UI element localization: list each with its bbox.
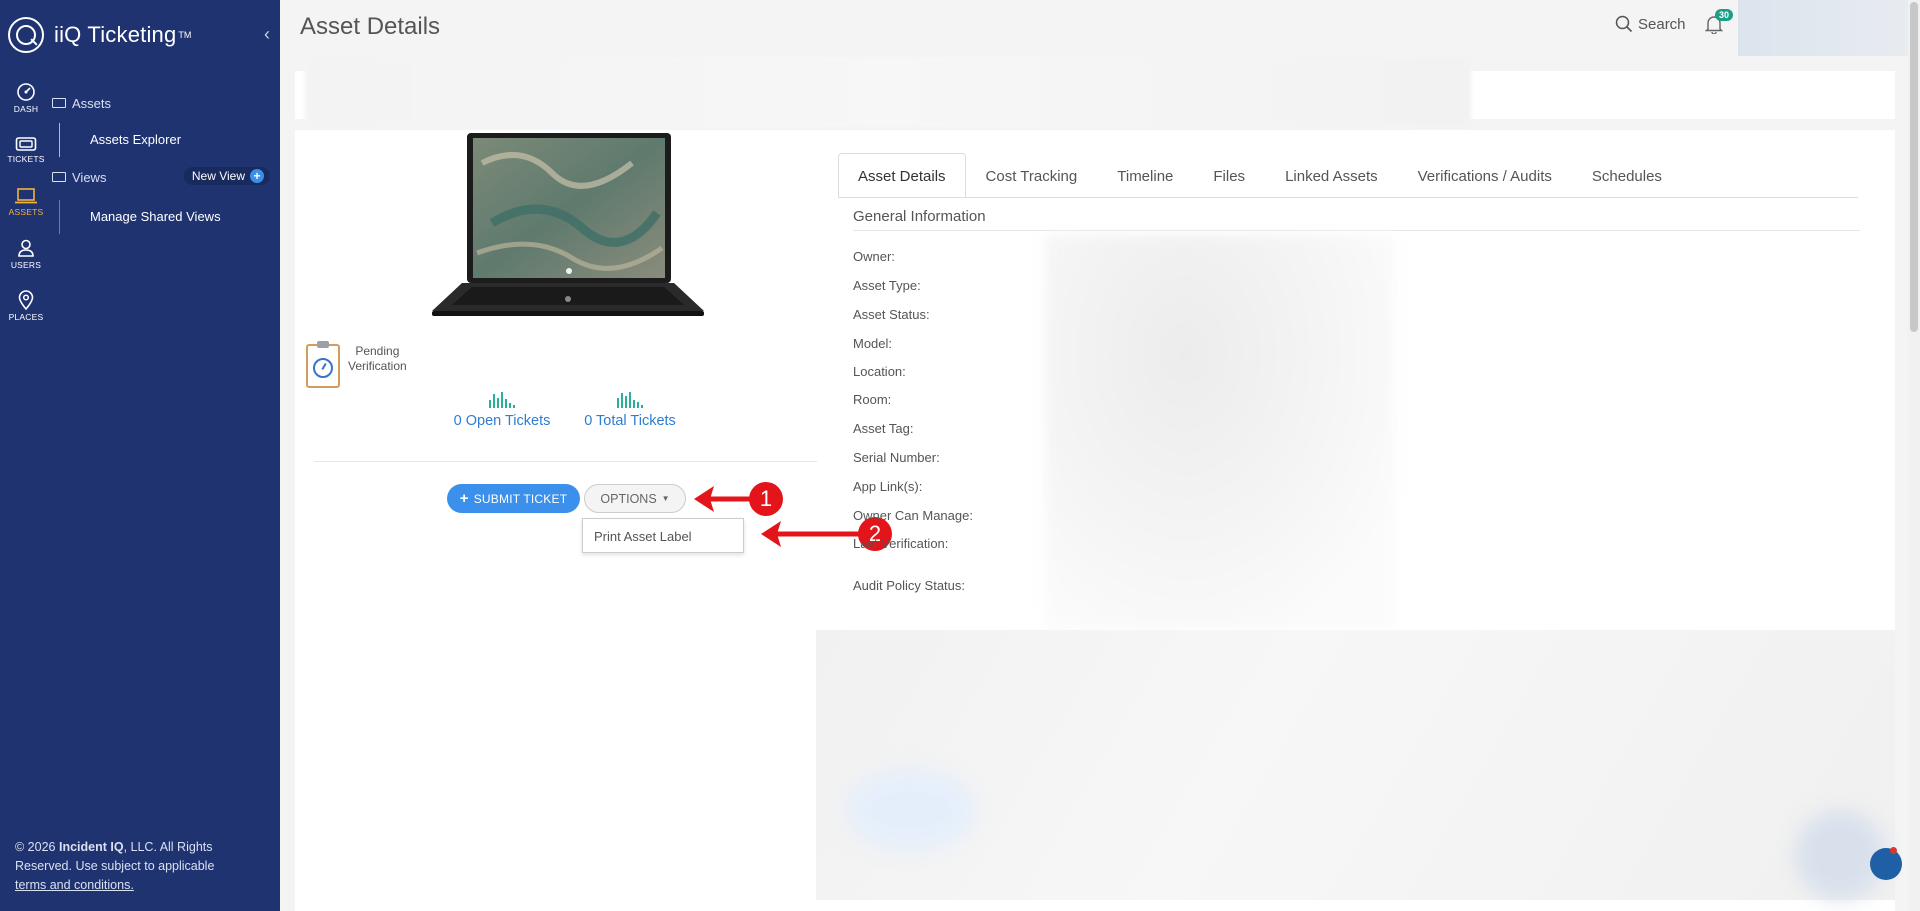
status-line-1: Pending — [355, 344, 400, 358]
sidebar: iiQ Ticketing TM ‹ DASH TICKETS ASSETS U… — [0, 0, 280, 911]
nav-section-views: Views New View + — [52, 162, 280, 192]
tab-linked-assets[interactable]: Linked Assets — [1265, 153, 1398, 198]
rail-label: ASSETS — [8, 207, 44, 217]
rail-label: USERS — [10, 260, 42, 270]
field-label: Serial Number: — [853, 450, 940, 465]
divider — [853, 230, 1860, 231]
annotation-number-1: 1 — [760, 486, 772, 511]
rail-item-assets[interactable]: ASSETS — [0, 176, 52, 228]
field-label: Owner Can Manage: — [853, 508, 973, 523]
search-button[interactable]: Search — [1615, 15, 1686, 33]
caret-down-icon: ▼ — [661, 494, 670, 503]
total-tickets-stat[interactable]: 0 Total Tickets — [570, 390, 690, 429]
field-label: Room: — [853, 392, 892, 407]
tab-verifications-audits[interactable]: Verifications / Audits — [1398, 153, 1572, 198]
open-tickets-stat[interactable]: 0 Open Tickets — [442, 390, 562, 429]
asset-laptop-image — [432, 133, 704, 316]
options-button[interactable]: OPTIONS ▼ — [584, 484, 686, 513]
page-scrollbar[interactable] — [1908, 0, 1920, 911]
status-line-2: Verification — [348, 359, 407, 373]
terms-link[interactable]: terms and conditions. — [15, 878, 134, 892]
tab-files[interactable]: Files — [1193, 153, 1265, 198]
field-label: Model: — [853, 336, 893, 351]
field-label: Last Verification: — [853, 536, 949, 551]
tab-asset-details[interactable]: Asset Details — [838, 153, 966, 198]
user-profile-area[interactable] — [1738, 0, 1918, 56]
trademark: TM — [178, 30, 192, 40]
brand[interactable]: iiQ Ticketing TM — [8, 16, 191, 54]
nav-link-manage-shared-views[interactable]: Manage Shared Views — [59, 200, 280, 234]
plus-icon: + — [250, 169, 264, 183]
tab-schedules[interactable]: Schedules — [1572, 153, 1682, 198]
tab-cost-tracking[interactable]: Cost Tracking — [966, 153, 1098, 198]
rail-item-tickets[interactable]: TICKETS — [0, 124, 52, 176]
new-view-label: New View — [191, 169, 245, 183]
verification-status-text: Pending Verification — [348, 344, 407, 374]
sidebar-footer: © 2026 Incident IQ, LLC. All Rights Rese… — [15, 838, 255, 895]
search-icon — [1615, 15, 1633, 33]
dashboard-icon — [17, 83, 35, 101]
nav-section-label: Assets — [72, 95, 112, 111]
redacted-banner-content — [305, 57, 1471, 127]
collapse-sidebar-icon[interactable]: ‹ — [264, 24, 270, 45]
views-icon — [52, 172, 66, 182]
redacted-field-values — [1045, 235, 1395, 630]
rail-label: PLACES — [8, 312, 44, 322]
rail-label: TICKETS — [7, 154, 45, 164]
tab-timeline[interactable]: Timeline — [1097, 153, 1193, 198]
laptop-icon — [15, 188, 37, 204]
user-icon — [18, 239, 34, 257]
top-header: Asset Details Search 30 — [280, 0, 1920, 56]
options-dropdown-menu: Print Asset Label — [582, 518, 744, 553]
plus-icon: + — [459, 490, 469, 507]
notification-dot — [1890, 847, 1897, 854]
assets-nav-panel: Assets Assets Explorer Views New View + … — [52, 88, 280, 234]
field-label: Asset Tag: — [853, 421, 914, 436]
ticket-icon — [15, 137, 37, 151]
nav-link-assets-explorer[interactable]: Assets Explorer — [59, 123, 280, 157]
notification-count-badge: 30 — [1715, 9, 1734, 21]
rail-item-places[interactable]: PLACES — [0, 280, 52, 332]
bar-chart-icon — [442, 390, 562, 408]
submit-ticket-label: SUBMIT TICKET — [473, 491, 568, 506]
nav-section-assets: Assets — [52, 88, 280, 118]
copyright-prefix: © 2026 — [15, 840, 59, 854]
help-chat-icon[interactable] — [1870, 848, 1902, 880]
redacted-bottom-content — [816, 630, 1895, 900]
rail-item-users[interactable]: USERS — [0, 228, 52, 280]
field-label: Location: — [853, 364, 906, 379]
clipboard-timer-icon — [306, 341, 340, 388]
module-rail: DASH TICKETS ASSETS USERS PLACES — [0, 72, 52, 332]
app-name: iiQ Ticketing — [54, 22, 177, 47]
asset-tabs: Asset Details Cost Tracking Timeline Fil… — [838, 153, 1682, 198]
field-label: Audit Policy Status: — [853, 578, 965, 593]
search-label: Search — [1638, 15, 1686, 33]
tabs-underline — [838, 197, 1858, 198]
laptop-icon — [52, 98, 66, 108]
new-view-button[interactable]: New View + — [183, 167, 270, 185]
nav-section-label: Views — [72, 169, 107, 185]
menu-item-print-asset-label[interactable]: Print Asset Label — [583, 519, 743, 554]
verification-status: Pending Verification — [306, 341, 407, 388]
field-label: Asset Type: — [853, 278, 921, 293]
company-name: Incident IQ — [58, 840, 124, 854]
rail-item-dash[interactable]: DASH — [0, 72, 52, 124]
general-information-title: General Information — [853, 208, 986, 225]
map-pin-icon — [18, 290, 34, 310]
field-label: Owner: — [853, 249, 895, 264]
open-tickets-link[interactable]: 0 Open Tickets — [442, 413, 562, 429]
bar-chart-icon — [570, 390, 690, 408]
divider — [314, 461, 817, 462]
submit-ticket-button[interactable]: + SUBMIT TICKET — [447, 484, 580, 513]
total-tickets-link[interactable]: 0 Total Tickets — [570, 413, 690, 429]
page-title: Asset Details — [300, 13, 441, 40]
options-label: OPTIONS — [600, 491, 657, 506]
field-label: Asset Status: — [853, 307, 930, 322]
iiq-logo-icon — [8, 17, 44, 53]
rail-label: DASH — [13, 104, 39, 114]
asset-banner — [295, 57, 1895, 127]
scrollbar-thumb[interactable] — [1910, 2, 1918, 332]
field-label: App Link(s): — [853, 479, 923, 494]
